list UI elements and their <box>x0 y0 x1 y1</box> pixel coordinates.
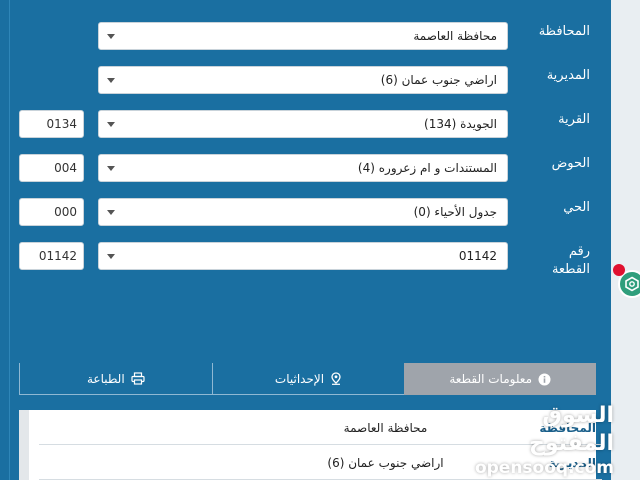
parcel-number-value: 01142 <box>458 249 497 263</box>
field-label-parcel-number: رقم القطعة <box>551 244 590 277</box>
tab-parcel-info-label: معلومات القطعة <box>449 372 533 386</box>
basin-select[interactable]: المستندات و ام زعروره (4) <box>98 154 508 182</box>
info-value-governorate: محافظة العاصمة <box>343 421 428 435</box>
tab-coordinates-label: الإحداثيات <box>274 371 325 386</box>
field-label-directorate: المديرية <box>546 68 590 83</box>
field-label-governorate: المحافظة <box>538 24 590 39</box>
left-edge <box>0 0 10 480</box>
chevron-down-icon <box>107 78 115 83</box>
info-icon <box>538 373 551 385</box>
directorate-select[interactable]: اراضي جنوب عمان (6) <box>98 66 508 94</box>
tab-printing[interactable]: الطباعة <box>18 363 212 395</box>
watermark-arabic: السوق المفتوح <box>528 403 614 456</box>
basin-value: المستندات و ام زعروره (4) <box>357 161 497 175</box>
field-label-basin: الحوض <box>551 156 590 171</box>
chevron-down-icon <box>107 210 115 215</box>
village-select[interactable]: الجويدة (134) <box>98 110 508 138</box>
parcel-number-select[interactable]: 01142 <box>98 242 508 270</box>
neighborhood-code-field[interactable]: 000 <box>19 198 84 226</box>
chevron-down-icon <box>107 34 115 39</box>
right-panel-edge <box>611 0 640 480</box>
tab-parcel-info[interactable]: معلومات القطعة <box>404 363 596 395</box>
hexagon-icon <box>625 276 639 292</box>
printer-icon <box>131 372 145 385</box>
watermark-latin: opensooq.com <box>474 458 614 478</box>
chevron-down-icon <box>107 254 115 259</box>
village-value: الجويدة (134) <box>424 117 497 131</box>
neighborhood-value: جدول الأحياء (0) <box>413 205 497 219</box>
governorate-select[interactable]: محافظة العاصمة <box>98 22 508 50</box>
directorate-value: اراضي جنوب عمان (6) <box>380 73 497 87</box>
tab-bar: معلومات القطعة الإحداثيات الطباعة <box>18 363 596 395</box>
neighborhood-select[interactable]: جدول الأحياء (0) <box>98 198 508 226</box>
location-pin-icon <box>331 372 341 385</box>
opensooq-watermark: السوق المفتوح opensooq.com <box>464 402 614 478</box>
info-value-directorate: اراضي جنوب عمان (6) <box>327 456 444 470</box>
field-label-neighborhood: الحي <box>563 200 590 215</box>
governorate-value: محافظة العاصمة <box>413 29 497 43</box>
tab-coordinates[interactable]: الإحداثيات <box>211 363 405 395</box>
basin-code-field[interactable]: 004 <box>19 154 84 182</box>
tab-printing-label: الطباعة <box>86 371 125 386</box>
chevron-down-icon <box>107 122 115 127</box>
chevron-down-icon <box>107 166 115 171</box>
field-label-village: القرية <box>558 112 590 127</box>
parcel-code-field[interactable]: 01142 <box>19 242 84 270</box>
notification-dot <box>613 264 625 276</box>
village-code-field[interactable]: 0134 <box>19 110 84 138</box>
